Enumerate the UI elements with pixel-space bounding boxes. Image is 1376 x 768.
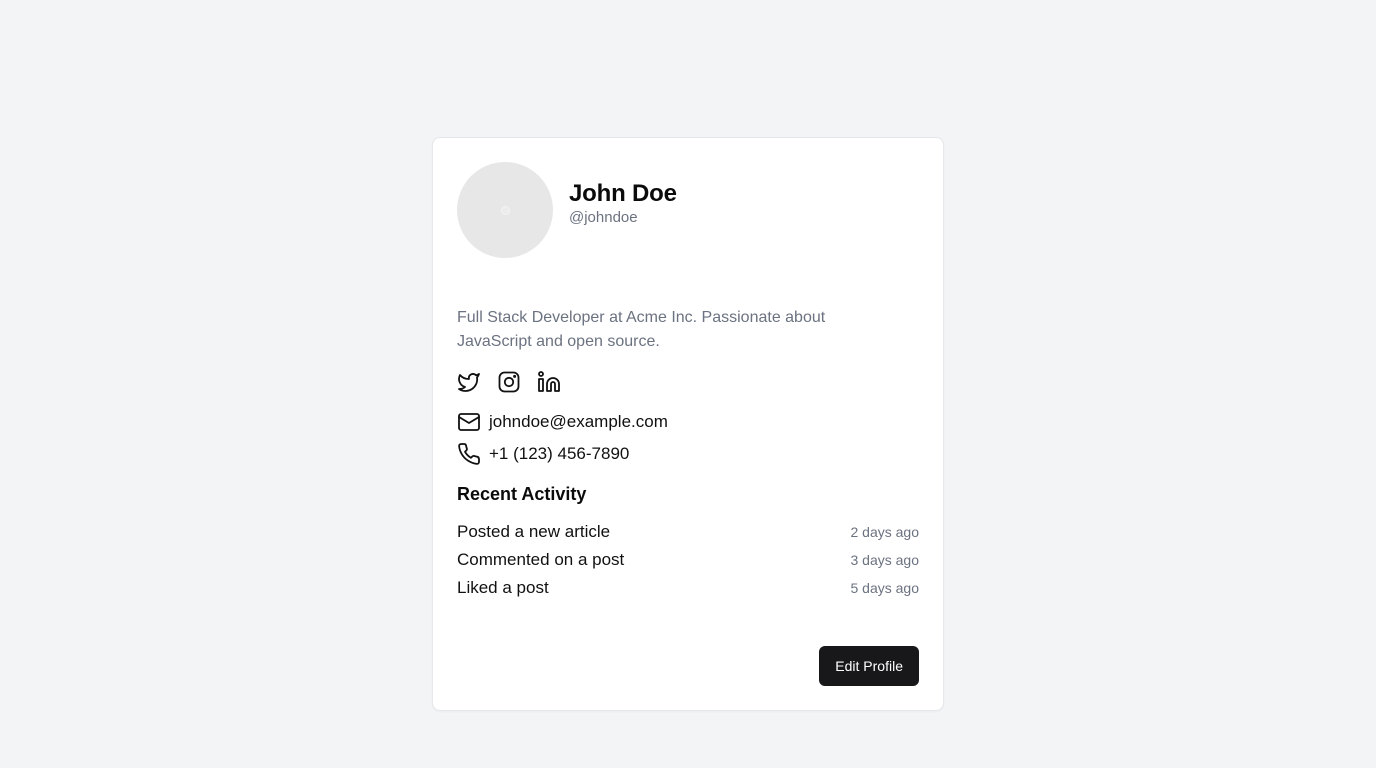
profile-header: John Doe @johndoe	[457, 162, 677, 258]
profile-name: John Doe	[569, 179, 677, 207]
profile-bio: Full Stack Developer at Acme Inc. Passio…	[457, 309, 826, 350]
avatar	[457, 162, 553, 258]
list-item: Commented on a post 3 days ago	[457, 546, 919, 574]
activity-list: Posted a new article 2 days ago Commente…	[457, 518, 919, 602]
profile-handle: @johndoe	[569, 208, 638, 226]
mail-icon	[458, 413, 480, 431]
profile-card: John Doe @johndoe Full Stack Developer a…	[432, 137, 944, 711]
phone-icon	[458, 443, 480, 465]
contact-email: johndoe@example.com	[457, 410, 668, 434]
recent-activity-heading: Recent Activity	[457, 484, 587, 504]
edit-profile-button[interactable]: Edit Profile	[819, 646, 919, 686]
social-links	[457, 370, 561, 394]
activity-label: Commented on a post	[457, 550, 625, 569]
activity-time: 5 days ago	[850, 580, 920, 596]
email-text[interactable]: johndoe@example.com	[489, 412, 668, 432]
twitter-icon	[458, 373, 480, 392]
instagram-icon	[498, 371, 520, 393]
profile-names: John Doe @johndoe	[569, 180, 677, 227]
activity-label: Posted a new article	[457, 522, 611, 541]
activity-time: 3 days ago	[850, 552, 920, 568]
contact-phone: +1 (123) 456-7890	[457, 442, 629, 466]
activity-time: 2 days ago	[850, 524, 920, 540]
phone-text[interactable]: +1 (123) 456-7890	[489, 444, 629, 464]
avatar-placeholder-icon	[500, 205, 510, 215]
list-item: Posted a new article 2 days ago	[457, 518, 919, 546]
list-item: Liked a post 5 days ago	[457, 574, 919, 602]
twitter-link[interactable]	[457, 370, 481, 394]
linkedin-icon	[538, 371, 560, 392]
instagram-link[interactable]	[497, 370, 521, 394]
linkedin-link[interactable]	[537, 370, 561, 394]
activity-label: Liked a post	[457, 578, 549, 597]
